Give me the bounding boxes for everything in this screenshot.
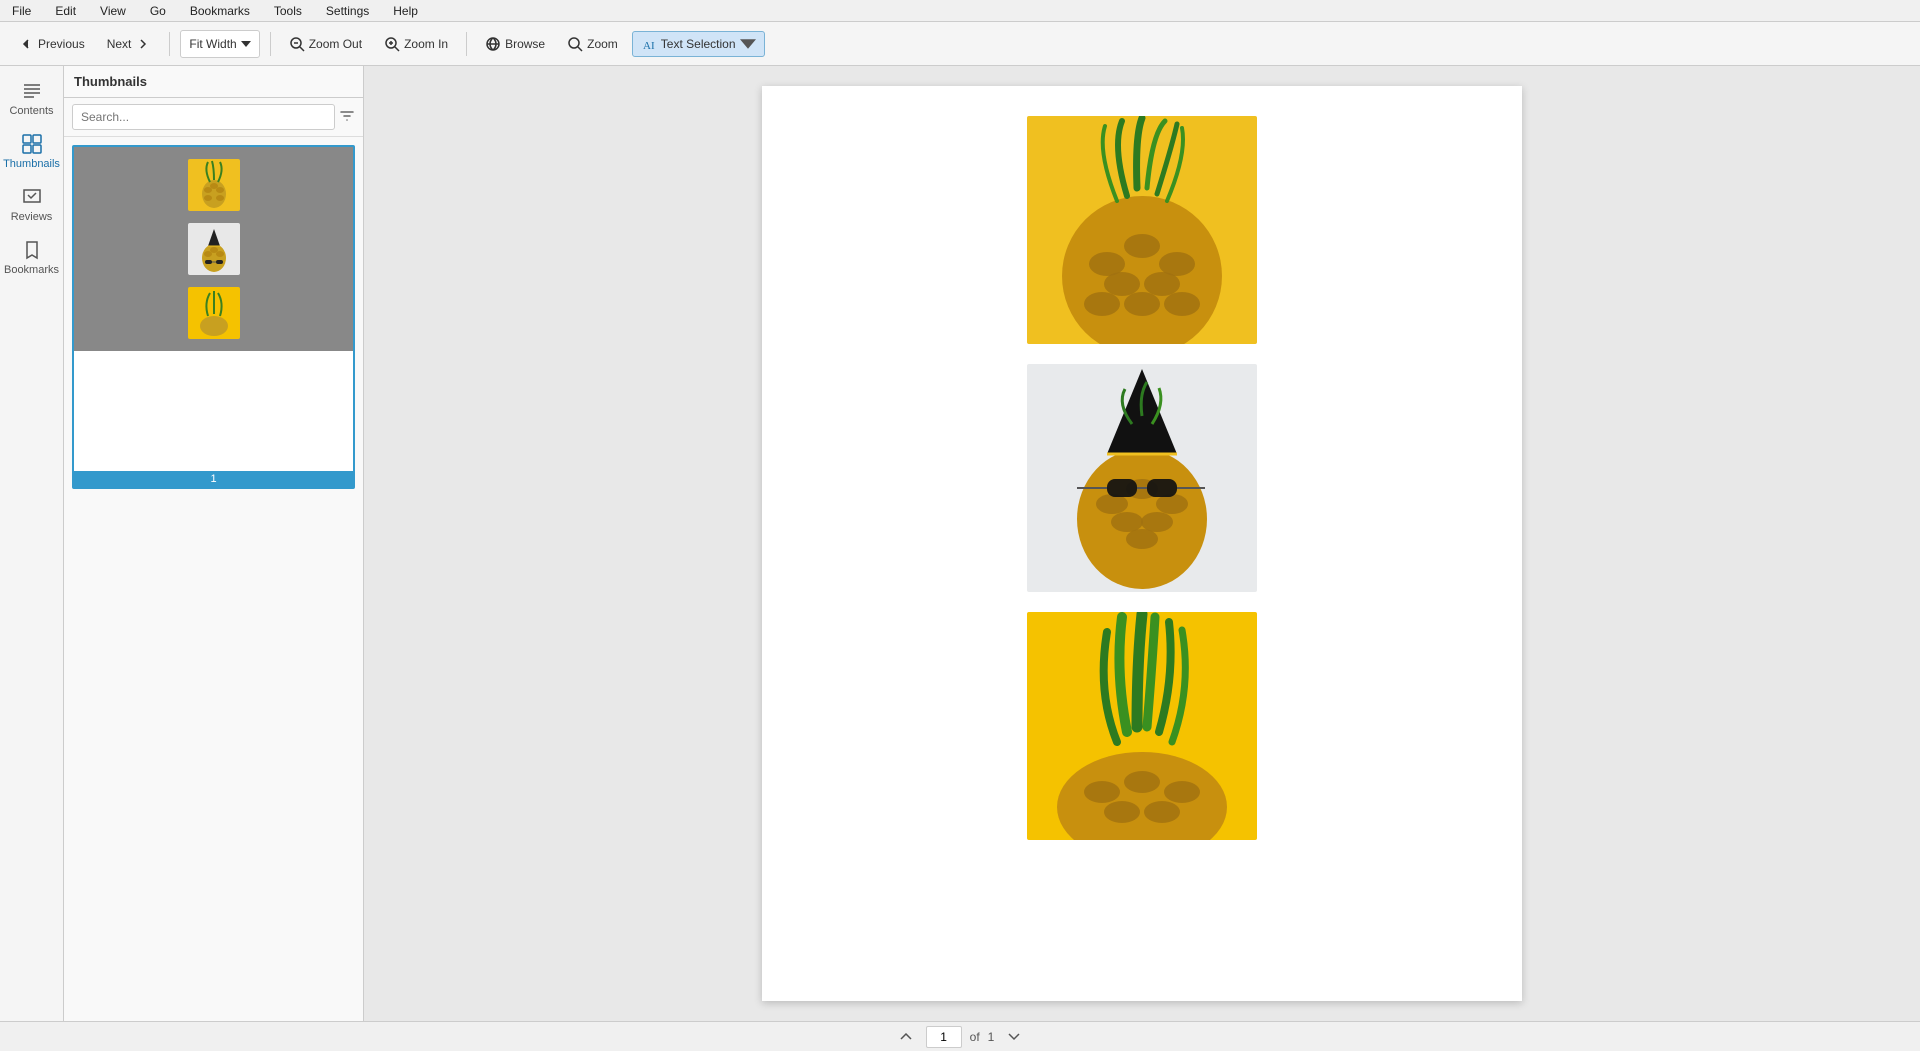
text-selection-button[interactable]: AI Text Selection bbox=[632, 31, 765, 57]
thumbnails-title: Thumbnails bbox=[64, 66, 363, 98]
zoom-out-icon bbox=[289, 36, 305, 52]
menu-go[interactable]: Go bbox=[146, 2, 170, 20]
page-up-button[interactable] bbox=[894, 1031, 918, 1043]
browse-button[interactable]: Browse bbox=[477, 32, 553, 56]
svg-text:AI: AI bbox=[643, 40, 655, 52]
of-label: of bbox=[970, 1030, 980, 1044]
zoom-in-icon bbox=[384, 36, 400, 52]
sidebar-item-thumbnails[interactable]: Thumbnails bbox=[4, 127, 60, 176]
status-bar: of 1 bbox=[0, 1021, 1920, 1051]
text-selection-dropdown-icon bbox=[740, 36, 756, 52]
pineapple-image-1 bbox=[1027, 116, 1257, 344]
total-pages: 1 bbox=[988, 1030, 995, 1044]
menu-tools[interactable]: Tools bbox=[270, 2, 306, 20]
reviews-icon bbox=[21, 186, 43, 208]
menu-edit[interactable]: Edit bbox=[51, 2, 80, 20]
fit-width-button[interactable]: Fit Width bbox=[180, 30, 259, 58]
menu-file[interactable]: File bbox=[8, 2, 35, 20]
separator-3 bbox=[466, 32, 467, 56]
browse-icon bbox=[485, 36, 501, 52]
bookmarks-icon bbox=[21, 239, 43, 261]
sidebar-item-contents[interactable]: Contents bbox=[4, 74, 60, 123]
contents-icon bbox=[21, 80, 43, 102]
page-down-button[interactable] bbox=[1002, 1031, 1026, 1043]
menu-help[interactable]: Help bbox=[389, 2, 422, 20]
sidebar-item-reviews[interactable]: Reviews bbox=[4, 180, 60, 229]
zoom-out-button[interactable]: Zoom Out bbox=[281, 32, 370, 56]
zoom-in-button[interactable]: Zoom In bbox=[376, 32, 456, 56]
pdf-page bbox=[762, 86, 1522, 1001]
thumbnails-panel: Thumbnails bbox=[64, 66, 364, 1021]
chevron-up-icon bbox=[900, 1033, 912, 1041]
previous-icon bbox=[18, 36, 34, 52]
text-selection-icon: AI bbox=[641, 36, 657, 52]
pineapple-image-2 bbox=[1027, 364, 1257, 592]
thumbnail-page-number: 1 bbox=[74, 471, 353, 487]
menu-bar: File Edit View Go Bookmarks Tools Settin… bbox=[0, 0, 1920, 22]
menu-bookmarks[interactable]: Bookmarks bbox=[186, 2, 254, 20]
menu-settings[interactable]: Settings bbox=[322, 2, 373, 20]
thumbnails-list: 1 bbox=[64, 137, 363, 1021]
fit-width-dropdown-icon bbox=[241, 41, 251, 47]
search-input[interactable] bbox=[72, 104, 335, 130]
thumbnails-search-bar bbox=[64, 98, 363, 137]
sidebar-icons: Contents Thumbnails Reviews Bookmarks bbox=[0, 66, 64, 1021]
separator-2 bbox=[270, 32, 271, 56]
zoom-button[interactable]: Zoom bbox=[559, 32, 626, 56]
previous-button[interactable]: Previous bbox=[10, 32, 93, 56]
next-icon bbox=[135, 36, 151, 52]
filter-icon[interactable] bbox=[339, 108, 355, 127]
thumbnails-icon bbox=[21, 133, 43, 155]
separator-1 bbox=[169, 32, 170, 56]
pineapple-image-3 bbox=[1027, 612, 1257, 840]
sidebar-item-bookmarks[interactable]: Bookmarks bbox=[4, 233, 60, 282]
page-number-input[interactable] bbox=[926, 1026, 962, 1048]
main-content[interactable] bbox=[364, 66, 1920, 1021]
menu-view[interactable]: View bbox=[96, 2, 130, 20]
next-button[interactable]: Next bbox=[99, 32, 160, 56]
zoom-tool-icon bbox=[567, 36, 583, 52]
chevron-down-icon bbox=[1008, 1033, 1020, 1041]
toolbar: Previous Next Fit Width Zoom Out Zoom In… bbox=[0, 22, 1920, 66]
main-layout: Contents Thumbnails Reviews Bookmarks Th… bbox=[0, 66, 1920, 1021]
thumbnail-page-1[interactable]: 1 bbox=[72, 145, 355, 489]
